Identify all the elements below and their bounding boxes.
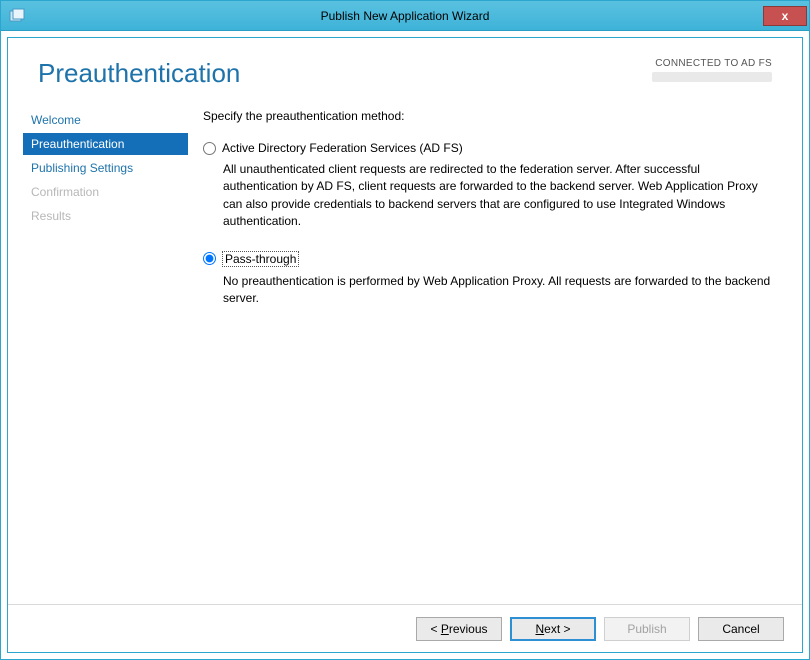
- radio-adfs-row[interactable]: Active Directory Federation Services (AD…: [203, 141, 772, 155]
- content-area: Preauthentication CONNECTED TO AD FS Wel…: [8, 38, 802, 604]
- connection-status: CONNECTED TO AD FS: [652, 58, 772, 69]
- wizard-steps-sidebar: Welcome Preauthentication Publishing Set…: [8, 99, 188, 604]
- page-title: Preauthentication: [38, 58, 240, 89]
- radio-adfs-label: Active Directory Federation Services (AD…: [222, 141, 463, 155]
- option-adfs: Active Directory Federation Services (AD…: [203, 141, 772, 231]
- app-icon: [9, 8, 25, 24]
- header-row: Preauthentication CONNECTED TO AD FS: [8, 38, 802, 99]
- titlebar: Publish New Application Wizard x: [1, 1, 809, 31]
- sidebar-item-publishing-settings[interactable]: Publishing Settings: [23, 157, 188, 179]
- window-title: Publish New Application Wizard: [1, 9, 809, 23]
- sidebar-item-welcome[interactable]: Welcome: [23, 109, 188, 131]
- radio-adfs[interactable]: [203, 142, 216, 155]
- main-panel: Specify the preauthentication method: Ac…: [188, 99, 802, 604]
- close-button[interactable]: x: [763, 6, 807, 26]
- next-button[interactable]: Next >: [510, 617, 596, 641]
- previous-button[interactable]: < Previous: [416, 617, 502, 641]
- sidebar-item-confirmation: Confirmation: [23, 181, 188, 203]
- button-bar: < Previous Next > Publish Cancel: [8, 604, 802, 652]
- option-passthrough: Pass-through No preauthentication is per…: [203, 251, 772, 308]
- connection-status-block: CONNECTED TO AD FS: [652, 58, 772, 82]
- wizard-window: Publish New Application Wizard x Preauth…: [0, 0, 810, 660]
- sidebar-item-results: Results: [23, 205, 188, 227]
- radio-passthrough-label: Pass-through: [222, 251, 299, 267]
- cancel-button[interactable]: Cancel: [698, 617, 784, 641]
- wizard-frame: Preauthentication CONNECTED TO AD FS Wel…: [7, 37, 803, 653]
- publish-button: Publish: [604, 617, 690, 641]
- radio-passthrough-row[interactable]: Pass-through: [203, 251, 772, 267]
- radio-passthrough-description: No preauthentication is performed by Web…: [223, 273, 772, 308]
- sidebar-item-preauthentication[interactable]: Preauthentication: [23, 133, 188, 155]
- radio-passthrough[interactable]: [203, 252, 216, 265]
- close-icon: x: [782, 9, 789, 23]
- body-row: Welcome Preauthentication Publishing Set…: [8, 99, 802, 604]
- connection-server-placeholder: [652, 72, 772, 82]
- radio-adfs-description: All unauthenticated client requests are …: [223, 161, 772, 231]
- instruction-text: Specify the preauthentication method:: [203, 109, 772, 123]
